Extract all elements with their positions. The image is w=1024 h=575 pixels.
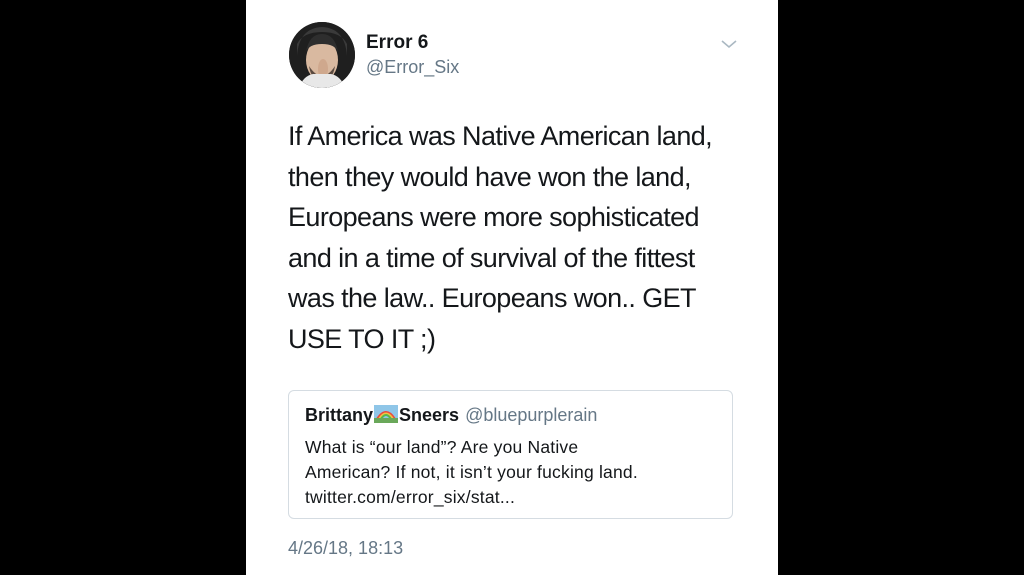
author-handle[interactable]: @Error_Six [366,57,459,78]
quoted-author-name-first: Brittany [305,405,374,425]
tweet-text-line: If America was Native American land, [288,121,713,151]
tweet-text-line: and in a time of survival of the fittest [288,242,695,273]
avatar[interactable] [289,22,355,88]
chevron-down-icon[interactable] [718,36,740,52]
tweet-text-line: Europeans were more sophisticated [288,202,700,232]
rainbow-emoji-icon [374,405,399,423]
quoted-text-line: American? If not, it isn’t your fucking … [305,462,638,482]
tweet-card: Error 6 @Error_Six If America was Native… [246,0,778,575]
tweet-timestamp[interactable]: 4/26/18, 18:13 [288,538,403,559]
quoted-author-name-last: Sneers [399,405,460,425]
tweet-text-line: was the law.. Europeans won.. GET [288,283,697,313]
tweet-text-line: then they would have won the land, [288,161,692,192]
quoted-link[interactable]: twitter.com/error_six/stat... [305,485,725,510]
quoted-tweet[interactable]: Brittany Sneers @bluepurplerain What is “… [288,390,733,519]
quoted-author-handle: @bluepurplerain [465,405,598,425]
quoted-tweet-text: What is “our land”? Are you Native Ameri… [305,435,725,510]
tweet-text-line: USE TO IT ;) [288,323,436,354]
tweet-text: If America was Native American land, the… [288,116,758,359]
author-display-name[interactable]: Error 6 [366,32,428,54]
quoted-tweet-header: Brittany Sneers @bluepurplerain [305,405,597,426]
quoted-text-line: What is “our land”? Are you Native [305,437,579,457]
